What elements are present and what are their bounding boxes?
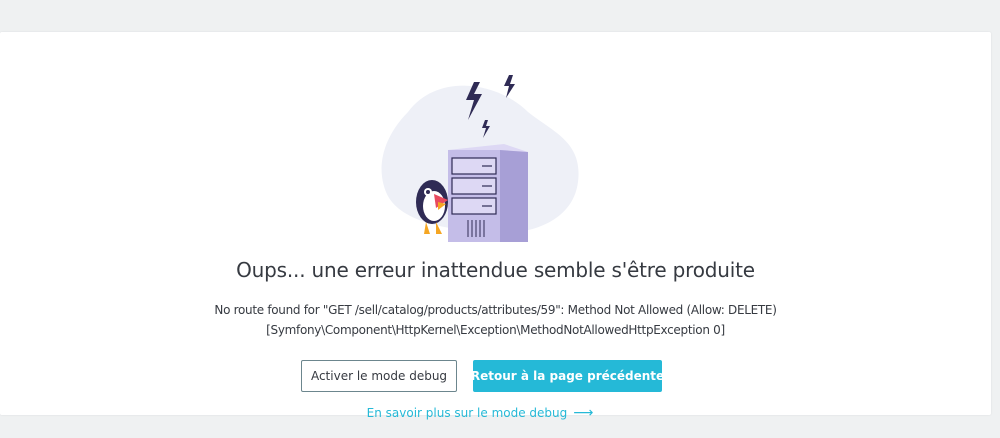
server-illustration-icon bbox=[381, 75, 579, 242]
error-card: Oups... une erreur inattendue semble s'ê… bbox=[0, 32, 991, 421]
enable-debug-button[interactable]: Activer le mode debug bbox=[301, 360, 457, 392]
arrow-right-icon: ⟶ bbox=[573, 405, 594, 421]
server-error-illustration bbox=[378, 72, 588, 252]
back-to-previous-page-button[interactable]: Retour à la page précédente bbox=[471, 360, 664, 392]
error-message: No route found for "GET /sell/catalog/pr… bbox=[0, 300, 991, 340]
error-message-line-1: No route found for "GET /sell/catalog/pr… bbox=[214, 303, 777, 317]
learn-more-debug-link[interactable]: En savoir plus sur le mode debug ⟶ bbox=[0, 405, 960, 421]
learn-more-debug-label[interactable]: En savoir plus sur le mode debug bbox=[367, 406, 568, 420]
error-title: Oups... une erreur inattendue semble s'ê… bbox=[236, 258, 755, 282]
error-message-line-2: [Symfony\Component\HttpKernel\Exception\… bbox=[266, 323, 725, 337]
